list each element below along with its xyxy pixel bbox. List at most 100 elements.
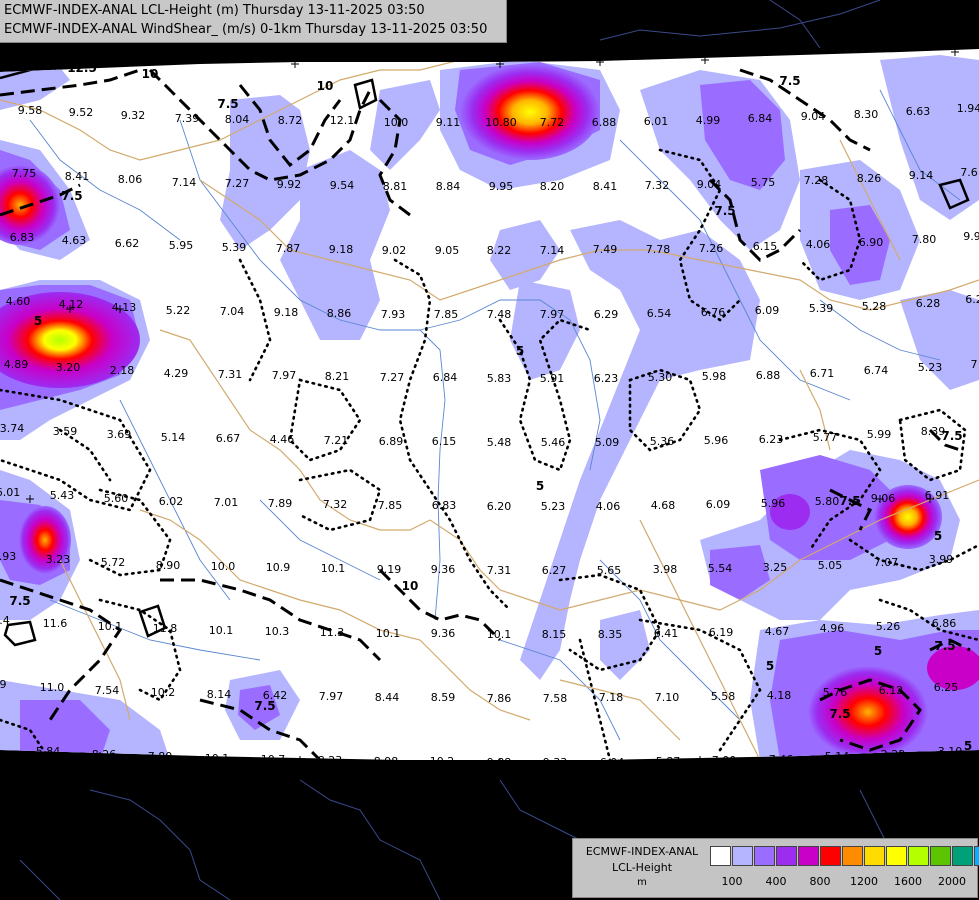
- grid-value-label: 5.30: [648, 371, 673, 384]
- grid-value-label: 3.59: [53, 425, 78, 438]
- grid-value-label: 5.14: [825, 750, 850, 763]
- grid-value-label: 7.93: [381, 308, 406, 321]
- map-viewer: 9.58 9.52 9.32 7.39 8.04 8.72 12.1 10.0 9.11 10.8…: [0, 0, 979, 900]
- grid-value-label: 5.46: [541, 436, 566, 449]
- legend-swatch: [776, 846, 797, 866]
- grid-value-label: 7.14: [540, 244, 565, 257]
- legend-swatch: [908, 846, 929, 866]
- grid-value-label: 7.27: [380, 371, 405, 384]
- grid-value-label: 6.90: [859, 236, 884, 249]
- grid-value-label: 7.32: [645, 179, 670, 192]
- grid-value-label: 5.22: [166, 304, 191, 317]
- grid-value-label: 6.09: [755, 304, 780, 317]
- grid-value-label: 7.4: [0, 614, 10, 627]
- contour-label: 5: [766, 659, 774, 673]
- grid-value-label: 5.05: [818, 559, 843, 572]
- grid-value-label: 10.2: [430, 755, 455, 768]
- legend-parameter-label: LCL-Height: [611, 861, 673, 874]
- grid-value-label: 8.84: [436, 180, 461, 193]
- grid-value-label: 9: [0, 678, 7, 691]
- grid-value-label: 6.02: [159, 495, 184, 508]
- legend-tick-label: 1600: [894, 875, 922, 888]
- grid-value-label: 7.00: [712, 754, 737, 767]
- grid-value-label: 9.04: [697, 178, 722, 191]
- grid-value-label: 9.58: [18, 104, 43, 117]
- grid-value-label: 9.06: [871, 492, 896, 505]
- grid-value-label: 7.39: [175, 112, 200, 125]
- contour-label: 7.5: [714, 204, 735, 218]
- grid-value-label: 6.89: [379, 435, 404, 448]
- grid-value-label: 6.62: [115, 237, 140, 250]
- grid-value-label: 10.1: [487, 628, 512, 641]
- grid-value-label: 8.04: [225, 113, 250, 126]
- grid-value-label: 9.95: [489, 180, 514, 193]
- grid-value-label: 7.80: [912, 233, 937, 246]
- grid-value-label: 8.22: [487, 244, 512, 257]
- grid-value-label: 9.05: [435, 244, 460, 257]
- grid-value-label: 10.1: [321, 562, 346, 575]
- grid-value-label: 9.9: [963, 230, 979, 243]
- grid-value-label: 10.1: [205, 752, 230, 765]
- legend-ticks: 100 400 800 1200 1600 2000: [710, 875, 970, 891]
- grid-value-label: 10.1: [376, 627, 401, 640]
- legend-tick-label: 800: [809, 875, 831, 888]
- grid-value-label: 4.63: [62, 234, 87, 247]
- grid-value-label: 6.09: [706, 498, 731, 511]
- legend-tick-label: 2000: [938, 875, 966, 888]
- grid-value-label: 4.06: [806, 238, 831, 251]
- grid-value-label: 8.26: [92, 748, 117, 761]
- grid-value-label: 6.28: [916, 297, 941, 310]
- grid-value-label: 5.72: [101, 556, 126, 569]
- grid-value-label: 6.84: [433, 371, 458, 384]
- legend-tick-label: 100: [721, 875, 743, 888]
- grid-value-label: 10.1: [209, 624, 234, 637]
- legend-swatch: [842, 846, 863, 866]
- grid-value-label: 5.93: [0, 550, 16, 563]
- grid-value-label: 8.06: [118, 173, 143, 186]
- legend-swatch: [952, 846, 973, 866]
- grid-value-label: 4.18: [767, 689, 792, 702]
- grid-value-label: 6.86: [932, 617, 957, 630]
- grid-value-label: 7.26: [699, 242, 724, 255]
- grid-value-label: 11.6: [43, 617, 68, 630]
- grid-value-label: 8.90: [156, 559, 181, 572]
- grid-value-label: 4.12: [59, 298, 84, 311]
- grid-value-label: 6.91: [925, 489, 950, 502]
- grid-value-label: 7.54: [95, 684, 120, 697]
- contour-label: 7.5: [9, 594, 30, 608]
- grid-value-label: 7.14: [172, 176, 197, 189]
- grid-value-label: 7.48: [487, 308, 512, 321]
- grid-value-label: 10.3: [265, 625, 290, 638]
- grid-value-label: 8.20: [540, 180, 565, 193]
- grid-value-label: 7.85: [434, 308, 459, 321]
- grid-value-label: 7.04: [220, 305, 245, 318]
- grid-value-label: 7.28: [804, 174, 829, 187]
- contour-label: 7.5: [934, 639, 955, 653]
- grid-value-label: 3.74: [0, 422, 24, 435]
- grid-value-label: 5.48: [487, 436, 512, 449]
- grid-value-label: 5.39: [222, 241, 247, 254]
- grid-value-label: 6.04: [600, 756, 625, 769]
- grid-value-label: 7.32: [323, 498, 348, 511]
- grid-value-label: 5.91: [540, 372, 565, 385]
- grid-value-label: 5.58: [711, 690, 736, 703]
- grid-value-label: 4.68: [651, 499, 676, 512]
- color-legend: ECMWF-INDEX-ANAL LCL-Height m 100 400 800 1…: [572, 838, 979, 898]
- header-line-1: ECMWF-INDEX-ANAL LCL-Height (m) Thursday…: [4, 3, 425, 18]
- header-line-2: ECMWF-INDEX-ANAL WindShear_ (m/s) 0-1km …: [4, 22, 488, 37]
- grid-value-label: 8.23: [318, 754, 343, 767]
- grid-value-label: 4.67: [765, 625, 790, 638]
- data-domain: [0, 49, 979, 760]
- grid-value-label: 5.80: [815, 495, 840, 508]
- grid-value-label: 7.97: [540, 308, 565, 321]
- map-header: ECMWF-INDEX-ANAL LCL-Height (m) Thursday…: [0, 0, 507, 43]
- legend-swatch: [798, 846, 819, 866]
- grid-value-label: 8.21: [325, 370, 350, 383]
- grid-value-label: 7.01: [214, 496, 239, 509]
- grid-value-label: 5.95: [169, 239, 194, 252]
- grid-value-label: 6.29: [594, 308, 619, 321]
- grid-value-label: 6.01: [0, 486, 20, 499]
- grid-value-label: 8.41: [593, 180, 618, 193]
- grid-value-label: 4.13: [112, 301, 137, 314]
- grid-value-label: 11.3: [320, 626, 345, 639]
